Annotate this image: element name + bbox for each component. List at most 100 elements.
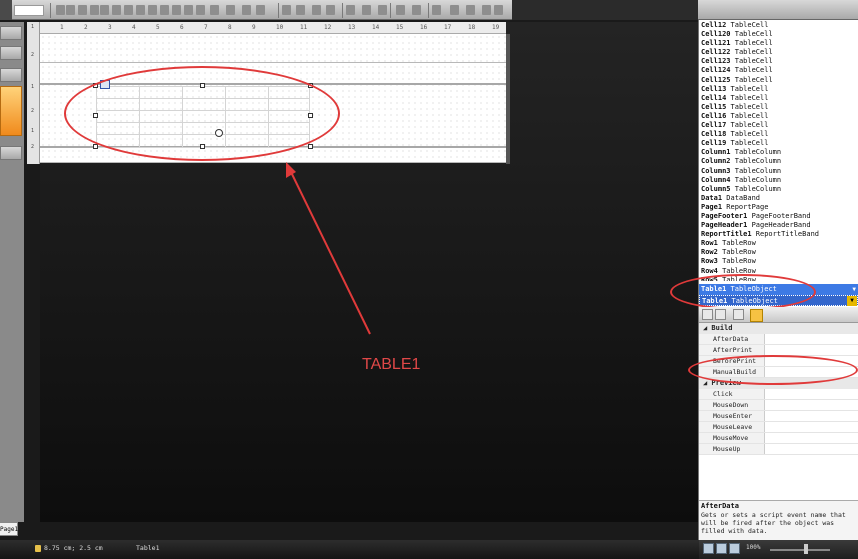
- toolbar-button-icon[interactable]: [432, 5, 441, 15]
- object-list-item[interactable]: Column1 TableColumn: [699, 148, 858, 157]
- object-name: Cell125: [701, 75, 731, 84]
- toolbar-button-icon[interactable]: [326, 5, 335, 15]
- object-list-item[interactable]: Data1 DataBand: [699, 194, 858, 203]
- object-list-item[interactable]: ReportTitle1 ReportTitleBand: [699, 230, 858, 239]
- object-list-item[interactable]: Page1 ReportPage: [699, 203, 858, 212]
- toolbar-button-icon[interactable]: [226, 5, 235, 15]
- toolbar-button-icon[interactable]: [90, 5, 99, 15]
- toolbar-button-icon[interactable]: [256, 5, 265, 15]
- property-row[interactable]: AfterData: [699, 334, 858, 345]
- toolbar-button-icon[interactable]: [56, 5, 65, 15]
- object-type: TableRow: [717, 257, 756, 266]
- property-value[interactable]: [765, 345, 858, 355]
- toolbar-button-icon[interactable]: [66, 5, 75, 15]
- view-icon[interactable]: [716, 543, 727, 554]
- object-list-item[interactable]: Cell18 TableCell: [699, 130, 858, 139]
- object-list-item[interactable]: Cell122 TableCell: [699, 48, 858, 57]
- toolbar-button-icon[interactable]: [112, 5, 121, 15]
- property-value[interactable]: [765, 422, 858, 432]
- toolbar-button-icon[interactable]: [172, 5, 181, 15]
- object-list-item[interactable]: Row1 TableRow: [699, 239, 858, 248]
- zoom-slider-thumb[interactable]: [804, 544, 808, 554]
- toolbar-button-icon[interactable]: [312, 5, 321, 15]
- toolbar-button-icon[interactable]: [466, 5, 475, 15]
- object-list-item[interactable]: Cell120 TableCell: [699, 30, 858, 39]
- property-value[interactable]: [765, 444, 858, 454]
- property-value[interactable]: [765, 411, 858, 421]
- events-icon[interactable]: [750, 309, 763, 322]
- object-list-item[interactable]: Cell15 TableCell: [699, 103, 858, 112]
- chevron-down-icon[interactable]: ▼: [847, 296, 857, 306]
- object-name: Cell121: [701, 39, 731, 48]
- toolbar-button-icon[interactable]: [378, 5, 387, 15]
- object-list-item[interactable]: Column4 TableColumn: [699, 176, 858, 185]
- object-list-item[interactable]: Cell124 TableCell: [699, 66, 858, 75]
- property-row[interactable]: MouseMove: [699, 433, 858, 444]
- property-value[interactable]: [765, 433, 858, 443]
- property-row[interactable]: Click: [699, 389, 858, 400]
- view-icon[interactable]: [729, 543, 740, 554]
- toolbar-button-icon[interactable]: [184, 5, 193, 15]
- toolbar-button-icon[interactable]: [282, 5, 291, 15]
- page-shadow: [506, 34, 510, 164]
- toolbar-button-icon[interactable]: [494, 5, 503, 15]
- object-list-item[interactable]: Cell14 TableCell: [699, 94, 858, 103]
- zoom-slider-track[interactable]: [770, 549, 830, 551]
- object-list-item[interactable]: Column5 TableColumn: [699, 185, 858, 194]
- left-tab-active[interactable]: [0, 86, 22, 136]
- band-separator[interactable]: [40, 62, 506, 63]
- toolbar-button-icon[interactable]: [196, 5, 205, 15]
- object-list-item[interactable]: Cell17 TableCell: [699, 121, 858, 130]
- toolbar-button-icon[interactable]: [124, 5, 133, 15]
- object-list-item[interactable]: Cell12 TableCell: [699, 21, 858, 30]
- property-category[interactable]: ◢ Build: [699, 323, 858, 334]
- object-list-item[interactable]: Cell19 TableCell: [699, 139, 858, 148]
- toolbar-button-icon[interactable]: [78, 5, 87, 15]
- toolbar-button-icon[interactable]: [160, 5, 169, 15]
- font-size-field[interactable]: [14, 5, 44, 16]
- property-grid[interactable]: ◢ Build AfterData AfterPrint BeforePrint Man…: [699, 323, 858, 501]
- toolbar-button-icon[interactable]: [210, 5, 219, 15]
- object-list-item[interactable]: PageHeader1 PageHeaderBand: [699, 221, 858, 230]
- object-list[interactable]: Cell12 TableCell Cell120 TableCell Cell121…: [699, 21, 858, 281]
- property-row[interactable]: MouseEnter: [699, 411, 858, 422]
- object-list-item[interactable]: PageFooter1 PageFooterBand: [699, 212, 858, 221]
- ruler-tick-label: 13: [348, 24, 356, 31]
- toolbar-button-icon[interactable]: [242, 5, 251, 15]
- toolbar-button-icon[interactable]: [148, 5, 157, 15]
- property-value[interactable]: [765, 334, 858, 344]
- toolbar-button-icon[interactable]: [100, 5, 109, 15]
- object-list-item[interactable]: Cell123 TableCell: [699, 57, 858, 66]
- left-tab[interactable]: [0, 146, 22, 160]
- properties-icon[interactable]: [733, 309, 744, 320]
- sort-az-icon[interactable]: [715, 309, 726, 320]
- left-tab[interactable]: [0, 68, 22, 82]
- object-list-item[interactable]: Column3 TableColumn: [699, 167, 858, 176]
- property-row[interactable]: MouseUp: [699, 444, 858, 455]
- toolbar-button-icon[interactable]: [482, 5, 491, 15]
- toolbar-button-icon[interactable]: [136, 5, 145, 15]
- object-list-item[interactable]: Cell16 TableCell: [699, 112, 858, 121]
- object-list-item[interactable]: Cell125 TableCell: [699, 76, 858, 85]
- toolbar-button-icon[interactable]: [362, 5, 371, 15]
- property-row[interactable]: MouseLeave: [699, 422, 858, 433]
- object-list-item[interactable]: Cell121 TableCell: [699, 39, 858, 48]
- object-list-item[interactable]: Cell13 TableCell: [699, 85, 858, 94]
- toolbar-button-icon[interactable]: [412, 5, 421, 15]
- object-list-item[interactable]: Column2 TableColumn: [699, 157, 858, 166]
- toolbar-button-icon[interactable]: [450, 5, 459, 15]
- left-tab[interactable]: [0, 26, 22, 40]
- toolbar-button-icon[interactable]: [346, 5, 355, 15]
- resize-handle[interactable]: [308, 144, 313, 149]
- view-icon[interactable]: [703, 543, 714, 554]
- toolbar-button-icon[interactable]: [396, 5, 405, 15]
- object-list-item[interactable]: Row3 TableRow: [699, 257, 858, 266]
- property-value[interactable]: [765, 400, 858, 410]
- property-row[interactable]: MouseDown: [699, 400, 858, 411]
- property-value[interactable]: [765, 389, 858, 399]
- categorized-icon[interactable]: [702, 309, 713, 320]
- page-tab[interactable]: Page1: [0, 522, 18, 536]
- left-tab[interactable]: [0, 46, 22, 60]
- toolbar-button-icon[interactable]: [296, 5, 305, 15]
- object-list-item[interactable]: Row2 TableRow: [699, 248, 858, 257]
